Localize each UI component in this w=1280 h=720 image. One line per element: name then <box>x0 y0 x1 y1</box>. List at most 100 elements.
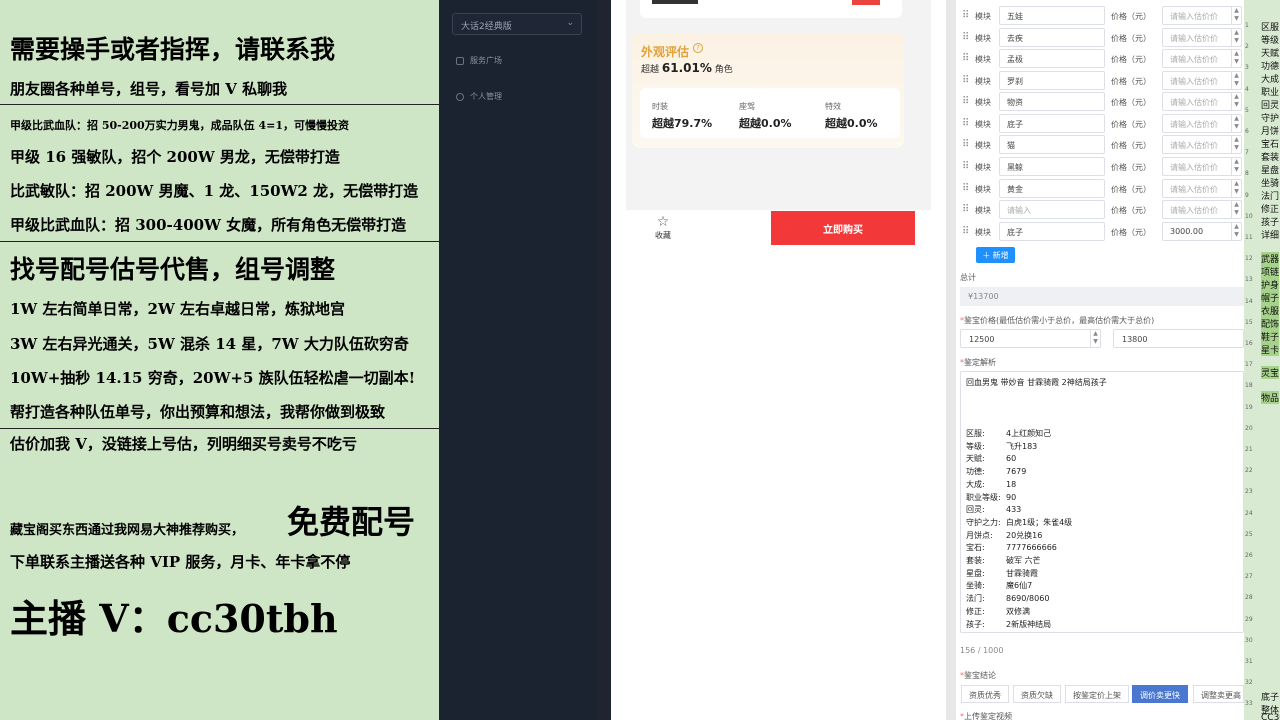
module-price-input[interactable]: 请输入估价价 ▲ ▼ <box>1162 157 1242 176</box>
max-price-input[interactable]: 13800 <box>1113 329 1244 348</box>
analysis-textarea[interactable]: 回血男鬼 带妙音 甘霖骑霞 2神结局孩子 区服: 4上红颜知己 等级: 飞升183 天赋… <box>960 371 1244 633</box>
module-name-input[interactable]: 请输入 <box>999 200 1105 219</box>
module-price-input[interactable]: 请输入估价价 ▲ ▼ <box>1162 200 1242 219</box>
overlay-line: 估价加我 V，没链接上号估，列明细买号卖号不吃亏 <box>10 435 357 453</box>
drag-handle-icon[interactable]: ⠿ <box>962 161 969 172</box>
module-name-input[interactable]: 底子 <box>999 114 1105 133</box>
analysis-value: 魔6仙7 <box>1006 581 1033 591</box>
stepper-icon[interactable]: ▲ ▼ <box>1231 115 1241 132</box>
module-price-input[interactable]: 请输入估价价 ▲ ▼ <box>1162 135 1242 154</box>
preview-top-card <box>640 0 902 18</box>
analysis-key: 等级: <box>966 441 985 451</box>
drag-handle-icon[interactable]: ⠿ <box>962 139 969 150</box>
stepper-icon[interactable]: ▲ ▼ <box>1231 136 1241 153</box>
sheet-cell: 护身 <box>1261 278 1280 291</box>
analysis-line: 回灵: 433 <box>966 504 1021 515</box>
module-name-input[interactable]: 罗刹 <box>999 71 1105 90</box>
add-row-button[interactable]: ＋ 新增 <box>976 247 1015 263</box>
stepper-icon[interactable]: ▲ ▼ <box>1231 180 1241 197</box>
analysis-key: 大成: <box>966 479 985 489</box>
sheet-cell: 项链 <box>1261 265 1280 278</box>
sidebar-item-service-plaza[interactable]: 服务广场 <box>456 55 502 66</box>
module-price-input[interactable]: 请输入估价价 ▲ ▼ <box>1162 28 1242 47</box>
price-label: 价格（元） <box>1111 163 1151 172</box>
stepper-icon[interactable]: ▲ ▼ <box>1090 330 1100 347</box>
row-number: 10 <box>1245 212 1253 220</box>
total-field: ¥13700 <box>960 287 1244 306</box>
metric-effect: 特效 超越0.0% <box>825 101 878 131</box>
analysis-key: 坐骑: <box>966 581 985 591</box>
sheet-cell: 回灵 <box>1261 101 1280 111</box>
row-number: 4 <box>1245 85 1249 93</box>
sheet-cell: 等级 <box>1261 36 1280 46</box>
analysis-value: 4上红颜知己 <box>1006 429 1052 438</box>
conclusion-option[interactable]: 资质优秀 <box>961 685 1009 703</box>
analysis-value: 8690/8060 <box>1006 594 1050 604</box>
module-name-input[interactable]: 物资 <box>999 92 1105 111</box>
module-price-input[interactable]: 请输入估价价 ▲ ▼ <box>1162 71 1242 90</box>
drag-handle-icon[interactable]: ⠿ <box>962 32 969 43</box>
analysis-key: 月饼点: <box>966 530 993 540</box>
module-price-input[interactable]: 3000.00 ▲ ▼ <box>1162 222 1242 241</box>
analysis-value: 2新版神结局 <box>1006 619 1052 629</box>
row-number: 23 <box>1245 488 1253 496</box>
stepper-icon[interactable]: ▲ ▼ <box>1231 50 1241 67</box>
row-number: 26 <box>1245 552 1253 559</box>
clipped-text <box>652 0 698 4</box>
row-number: 5 <box>1245 106 1249 114</box>
module-name-input[interactable]: 去疾 <box>999 28 1105 47</box>
module-label: 模块 <box>975 55 991 64</box>
conclusion-option[interactable]: 调整卖更高 <box>1193 685 1244 703</box>
stepper-icon[interactable]: ▲ ▼ <box>1231 223 1241 240</box>
module-price-input[interactable]: 请输入估价价 ▲ ▼ <box>1162 92 1242 111</box>
module-name-input[interactable]: 黑鲸 <box>999 157 1105 176</box>
help-icon[interactable]: ? <box>693 43 703 53</box>
stepper-icon[interactable]: ▲ ▼ <box>1231 29 1241 46</box>
eval-percent: 61.01% <box>661 61 712 75</box>
price-label: 价格（元） <box>1111 77 1151 86</box>
stepper-icon[interactable]: ▲ ▼ <box>1231 7 1241 24</box>
module-name-input[interactable]: 猫 <box>999 135 1105 154</box>
drag-handle-icon[interactable]: ⠿ <box>962 226 969 237</box>
drag-handle-icon[interactable]: ⠿ <box>962 10 969 21</box>
module-label: 模块 <box>975 34 991 43</box>
drag-handle-icon[interactable]: ⠿ <box>962 96 969 107</box>
analysis-key: 区服: <box>966 429 985 438</box>
drag-handle-icon[interactable]: ⠿ <box>962 118 969 129</box>
conclusion-option[interactable]: 按鉴定价上架 <box>1065 685 1129 703</box>
sheet-cell: 天赋 <box>1261 49 1280 59</box>
analysis-value: 18 <box>1006 479 1017 489</box>
sheet-cell: 修正 <box>1261 205 1280 215</box>
drag-handle-icon[interactable]: ⠿ <box>962 53 969 64</box>
sheet-cell: 月饼 <box>1261 127 1280 137</box>
stepper-icon[interactable]: ▲ ▼ <box>1231 72 1241 89</box>
conclusion-option[interactable]: 资质欠缺 <box>1013 685 1061 703</box>
analysis-key: 孩子: <box>966 619 985 629</box>
stepper-icon[interactable]: ▲ ▼ <box>1231 201 1241 218</box>
game-version-select[interactable]: 大话2经典版 ⌄ <box>452 13 582 35</box>
sidebar-item-personal[interactable]: 个人管理 <box>456 91 502 102</box>
overlay-line: 下单联系主播送各种 VIP 服务，月卡、年卡拿不停 <box>10 553 351 571</box>
favorite-button[interactable]: ☆ 收藏 <box>652 214 674 241</box>
module-price-input[interactable]: 请输入估价价 ▲ ▼ <box>1162 114 1242 133</box>
module-price-input[interactable]: 请输入估价价 ▲ ▼ <box>1162 6 1242 25</box>
module-name-input[interactable]: 五娃 <box>999 6 1105 25</box>
stepper-icon[interactable]: ▲ ▼ <box>1231 93 1241 110</box>
buy-now-button[interactable]: 立即购买 <box>771 211 915 245</box>
analysis-line: 功德: 7679 <box>966 466 1026 477</box>
drag-handle-icon[interactable]: ⠿ <box>962 204 969 215</box>
module-name-input[interactable]: 孟极 <box>999 49 1105 68</box>
sheet-cell: 帽子 <box>1261 291 1280 304</box>
module-price-input[interactable]: 请输入估价价 ▲ ▼ <box>1162 179 1242 198</box>
min-price-input[interactable]: 12500 ▲ ▼ <box>960 329 1101 348</box>
drag-handle-icon[interactable]: ⠿ <box>962 75 969 86</box>
module-price-input[interactable]: 请输入估价价 ▲ ▼ <box>1162 49 1242 68</box>
sidebar-item-label: 服务广场 <box>470 56 502 65</box>
module-name-input[interactable]: 黄金 <box>999 179 1105 198</box>
row-number: 3 <box>1245 64 1249 72</box>
drag-handle-icon[interactable]: ⠿ <box>962 183 969 194</box>
module-name-input[interactable]: 底子 <box>999 222 1105 241</box>
module-row: ⠿ 模块 请输入 价格（元） 请输入估价价 ▲ ▼ <box>960 200 1244 219</box>
conclusion-option-active[interactable]: 调价卖更快 <box>1132 685 1188 703</box>
stepper-icon[interactable]: ▲ ▼ <box>1231 158 1241 175</box>
